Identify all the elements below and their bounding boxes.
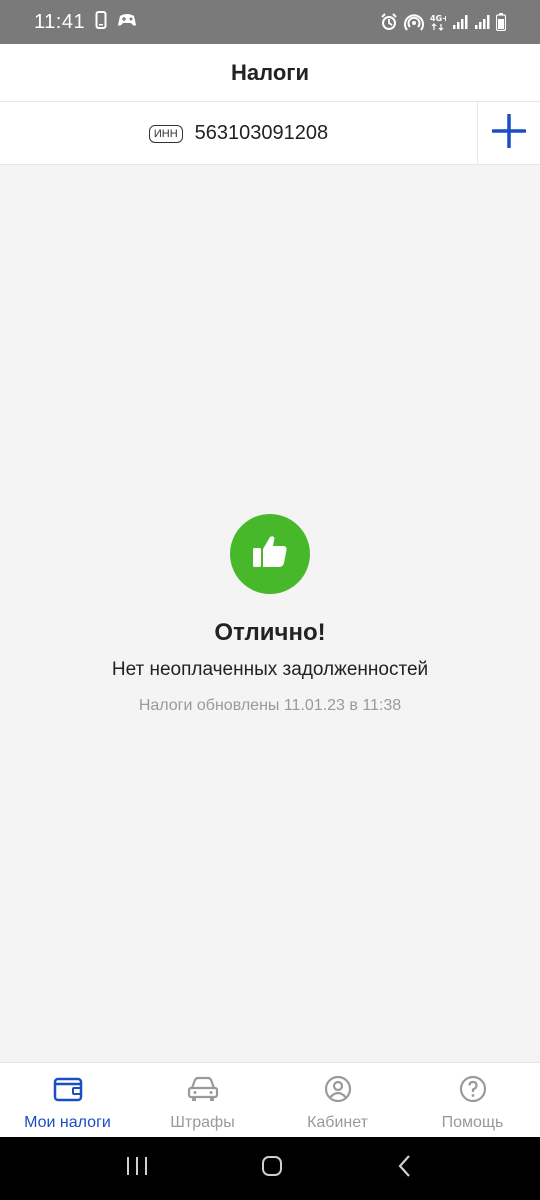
plus-icon — [491, 113, 527, 153]
phone-icon — [95, 10, 107, 34]
signal-icon-2 — [474, 14, 490, 30]
help-icon — [459, 1075, 487, 1108]
thumbs-up-icon — [250, 532, 290, 577]
status-left: 11:41 — [34, 10, 137, 34]
bottom-nav: Мои налоги Штрафы Кабинет Помощь — [0, 1062, 540, 1137]
empty-state-subtitle: Нет неоплаченных задолженностей — [111, 659, 429, 680]
add-inn-button[interactable] — [477, 102, 540, 165]
nav-label-cabinet: Кабинет — [307, 1114, 368, 1131]
nav-item-my-taxes[interactable]: Мои налоги — [0, 1063, 135, 1137]
main-content: Отлично! Нет неоплаченных задолженностей… — [0, 165, 540, 1062]
hotspot-icon — [404, 13, 424, 31]
nav-item-fines[interactable]: Штрафы — [135, 1063, 270, 1137]
empty-state-title: Отлично! — [214, 619, 326, 646]
profile-icon — [324, 1075, 352, 1108]
recent-apps-button[interactable] — [125, 1155, 149, 1182]
page-title: Налоги — [231, 59, 309, 85]
car-icon — [187, 1075, 219, 1108]
alarm-icon — [380, 13, 398, 31]
back-button[interactable] — [395, 1154, 415, 1183]
last-updated-text: Налоги обновлены 11.01.23 в 11:38 — [138, 697, 402, 714]
nav-label-help: Помощь — [441, 1114, 504, 1131]
home-button[interactable] — [260, 1154, 284, 1183]
signal-icon — [452, 14, 468, 30]
app-header: Налоги — [0, 44, 540, 102]
inn-bar: ИНН 563103091208 — [0, 102, 540, 165]
inn-badge: ИНН — [148, 124, 183, 143]
status-bar: 11:41 4G+ — [0, 0, 540, 44]
game-controller-icon — [117, 11, 137, 34]
inn-number: 563103091208 — [194, 122, 329, 144]
nav-label-fines: Штрафы — [170, 1114, 235, 1131]
battery-icon — [496, 13, 506, 31]
system-nav-bar — [0, 1137, 540, 1200]
nav-item-help[interactable]: Помощь — [405, 1063, 540, 1137]
wallet-icon — [53, 1075, 83, 1108]
nav-label-my-taxes: Мои налоги — [24, 1114, 111, 1131]
svg-text:4G+: 4G+ — [430, 14, 446, 23]
nav-item-cabinet[interactable]: Кабинет — [270, 1063, 405, 1137]
inn-selector[interactable]: ИНН 563103091208 — [0, 102, 477, 165]
network-type-icon: 4G+ — [430, 13, 446, 31]
status-right: 4G+ — [380, 13, 506, 31]
success-badge — [230, 514, 310, 594]
status-time: 11:41 — [34, 10, 86, 33]
